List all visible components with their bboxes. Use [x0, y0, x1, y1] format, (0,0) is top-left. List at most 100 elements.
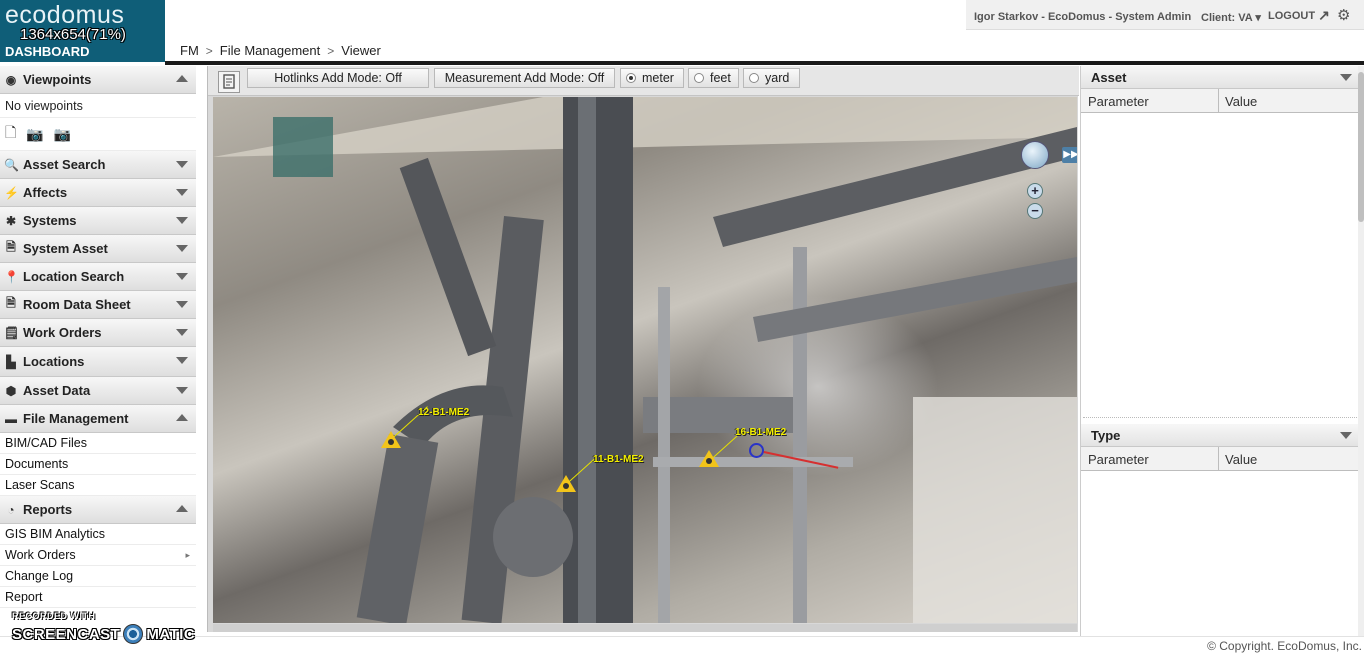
sidebar-section-label: Location Search — [23, 269, 125, 284]
hotlink-label[interactable]: 12-B1-ME2 — [418, 407, 469, 418]
sidebar-item-gis-bim-analytics[interactable]: GIS BIM Analytics — [0, 524, 196, 545]
sidebar-section-reports[interactable]: ◔ Reports — [0, 496, 196, 524]
expand-arrow-icon[interactable] — [176, 387, 188, 394]
hotlink-label[interactable]: 16-B1-ME2 — [735, 427, 786, 438]
document-tool-icon[interactable] — [218, 71, 240, 93]
unit-label: meter — [642, 71, 674, 85]
expand-arrow-icon[interactable] — [176, 329, 188, 336]
type-table-header: Parameter Value — [1081, 447, 1359, 471]
sidebar-section-label: Affects — [23, 185, 68, 200]
sidebar-section-work-orders[interactable]: 🗒 Work Orders — [0, 319, 196, 347]
zoom-in-icon[interactable]: + — [1027, 183, 1043, 199]
expand-arrow-icon[interactable] — [176, 273, 188, 280]
sidebar-section-label: Work Orders — [23, 325, 102, 340]
breadcrumb-separator-icon: > — [205, 43, 213, 58]
eye-icon: ◉ — [5, 72, 17, 87]
logo-block[interactable]: ecodomus 1364x654(71%) DASHBOARD — [0, 0, 165, 62]
breadcrumb-separator-icon: > — [327, 43, 335, 58]
gear-icon[interactable]: ⚙ — [1337, 6, 1350, 24]
asset-table-body — [1083, 113, 1357, 418]
expand-arrow-icon[interactable] — [176, 161, 188, 168]
sidebar-section-asset-search[interactable]: 🔍 Asset Search — [0, 151, 196, 179]
collapse-arrow-icon[interactable] — [176, 75, 188, 82]
sidebar-section-label: Systems — [23, 213, 77, 228]
properties-panel: Asset Parameter Value Type Parameter Val… — [1080, 66, 1359, 636]
unit-meter-radio[interactable]: meter — [620, 68, 684, 88]
watermark-brand-right: MATIC — [146, 625, 196, 643]
radio-selected-icon — [626, 73, 636, 83]
folder-icon: ▬ — [5, 411, 17, 426]
expand-arrow-icon[interactable] — [176, 217, 188, 224]
hotlinks-add-mode-button[interactable]: Hotlinks Add Mode: Off — [247, 68, 429, 88]
sidebar-item-change-log[interactable]: Change Log — [0, 566, 196, 587]
reports-icon: ◔ — [7, 502, 15, 517]
client-select[interactable]: Client: VA ▾ — [1201, 11, 1261, 24]
dashboard-link[interactable]: DASHBOARD — [5, 44, 90, 59]
type-panel-header[interactable]: Type — [1081, 424, 1359, 447]
sidebar-item-documents[interactable]: Documents — [0, 454, 196, 475]
column-header-value[interactable]: Value — [1225, 94, 1257, 109]
column-header-value[interactable]: Value — [1225, 452, 1257, 467]
unit-label: yard — [765, 71, 790, 85]
column-header-parameter[interactable]: Parameter — [1088, 94, 1149, 109]
watermark-brand-left: SCREENCAST — [12, 625, 121, 643]
unit-yard-radio[interactable]: yard — [743, 68, 800, 88]
measurement-add-mode-button[interactable]: Measurement Add Mode: Off — [434, 68, 615, 88]
camera-icon[interactable]: 📷 — [26, 126, 43, 143]
sidebar-item-work-orders-report[interactable]: Work Orders ▸ — [0, 545, 196, 566]
sidebar-section-label: Asset Search — [23, 157, 106, 172]
sidebar-section-systems[interactable]: ✱ Systems — [0, 207, 196, 235]
column-divider[interactable] — [1218, 89, 1219, 113]
footer: © Copyright. EcoDomus, Inc. — [0, 636, 1364, 655]
expand-arrow-icon[interactable] — [1340, 74, 1352, 81]
zoom-out-icon[interactable]: − — [1027, 203, 1043, 219]
viewpoints-header[interactable]: ◉ Viewpoints — [0, 66, 196, 94]
sidebar-section-location-search[interactable]: 📍 Location Search — [0, 263, 196, 291]
unit-feet-radio[interactable]: feet — [688, 68, 739, 88]
sidebar-item-laser-scans[interactable]: Laser Scans — [0, 475, 196, 496]
hotlink-marker-11-b1-me2[interactable] — [556, 475, 576, 492]
recorder-watermark-caption: RECORDED WITH — [12, 611, 96, 621]
breadcrumb: FM > File Management > Viewer — [180, 43, 381, 58]
new-viewpoint-icon[interactable]: 🗋 — [5, 122, 16, 146]
camera-settings-icon[interactable]: 📷 — [54, 126, 71, 143]
sidebar-item-report[interactable]: Report — [0, 587, 196, 608]
client-label: Client: VA — [1201, 12, 1253, 24]
hotlink-marker-12-b1-me2[interactable] — [381, 431, 401, 448]
column-header-parameter[interactable]: Parameter — [1088, 452, 1149, 467]
logout-button[interactable]: LOGOUT ↗ — [1268, 7, 1330, 24]
measurement-point-icon[interactable] — [749, 443, 764, 458]
breadcrumb-fm[interactable]: FM — [180, 43, 199, 58]
expand-arrow-icon[interactable] — [176, 301, 188, 308]
sidebar-section-system-asset[interactable]: 🗎 System Asset — [0, 235, 196, 263]
collapse-arrow-icon[interactable] — [176, 505, 188, 512]
expand-arrow-icon[interactable] — [176, 357, 188, 364]
sidebar-item-label: Work Orders — [5, 548, 76, 562]
sidebar-section-room-data-sheet[interactable]: 🗎 Room Data Sheet — [0, 291, 196, 319]
sidebar-section-affects[interactable]: ⚡ Affects — [0, 179, 196, 207]
document-icon: 🗎 — [6, 240, 16, 254]
scrollbar-thumb[interactable] — [1358, 72, 1364, 222]
sidebar-section-file-management[interactable]: ▬ File Management — [0, 405, 196, 433]
work-order-icon: 🗒 — [4, 325, 20, 340]
sidebar-section-locations[interactable]: ▙ Locations — [0, 347, 196, 377]
expand-arrow-icon[interactable] — [1340, 432, 1352, 439]
sidebar-section-asset-data[interactable]: ⬢ Asset Data — [0, 377, 196, 405]
expand-arrow-icon[interactable] — [176, 189, 188, 196]
column-divider[interactable] — [1218, 447, 1219, 471]
pan-control-icon[interactable] — [1021, 141, 1049, 169]
asset-panel-title: Asset — [1091, 70, 1127, 85]
asset-table-header: Parameter Value — [1081, 89, 1359, 113]
breadcrumb-file-management[interactable]: File Management — [220, 43, 320, 58]
lightning-icon: ⚡ — [4, 185, 19, 200]
sidebar-item-bim-cad-files[interactable]: BIM/CAD Files — [0, 433, 196, 454]
expand-arrow-icon[interactable] — [176, 245, 188, 252]
fast-forward-icon[interactable]: ▶▶ — [1062, 147, 1077, 163]
hotlink-marker-16-b1-me2[interactable] — [699, 450, 719, 467]
pipe-scene — [213, 97, 1077, 623]
asset-panel-header[interactable]: Asset — [1081, 66, 1359, 89]
point-cloud-canvas[interactable]: 12-B1-ME2 11-B1-ME2 16-B1-ME2 ▶▶ + − — [213, 97, 1077, 623]
collapse-arrow-icon[interactable] — [176, 414, 188, 421]
hotlink-label[interactable]: 11-B1-ME2 — [593, 454, 644, 465]
external-arrow-icon: ↗ — [1318, 7, 1330, 23]
